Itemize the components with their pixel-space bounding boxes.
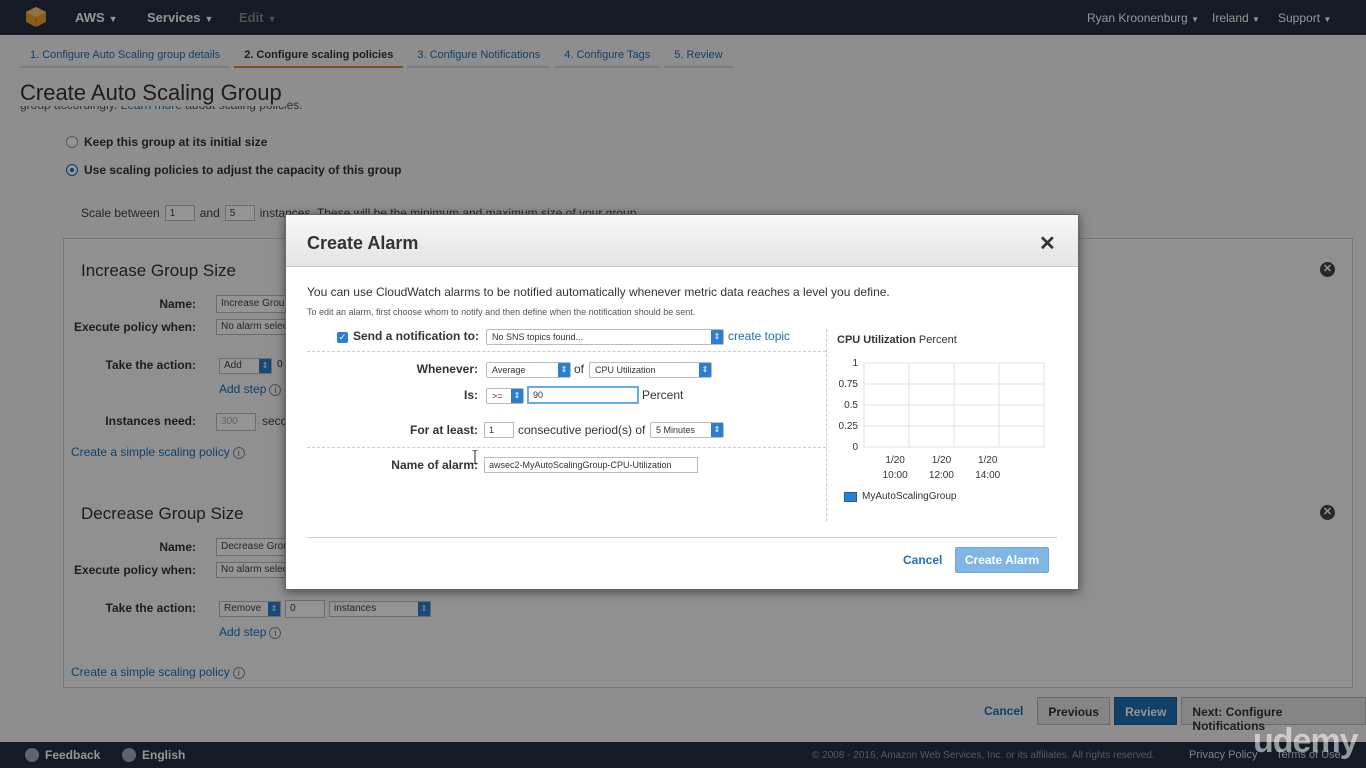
period-select[interactable]: 5 Minutes ⇕: [650, 422, 724, 438]
chart-legend: MyAutoScalingGroup: [844, 491, 957, 502]
chart-x-tick-time: 12:00: [929, 470, 954, 481]
sns-topic-value: No SNS topics found...: [492, 332, 584, 342]
chart-x-tick-time: 10:00: [883, 470, 908, 481]
threshold-input[interactable]: 90: [527, 386, 639, 404]
dialog-header: Create Alarm ✕: [286, 215, 1078, 267]
chart-y-unit: Percent: [918, 334, 957, 346]
dialog-cancel-button[interactable]: Cancel: [903, 553, 942, 567]
text-cursor-icon: [472, 450, 478, 464]
send-notification-checkbox[interactable]: ✓: [337, 332, 348, 343]
threshold-unit: Percent: [642, 388, 684, 402]
statistic-select[interactable]: Average ⇕: [486, 362, 571, 378]
send-notification-label: Send a notification to:: [353, 329, 479, 343]
chart-y-tick-label: 0.75: [839, 379, 859, 390]
legend-label: MyAutoScalingGroup: [862, 491, 957, 502]
chart-x-tick-date: 1/20: [978, 455, 998, 466]
chart-y-tick-label: 1: [852, 358, 858, 369]
udemy-watermark: udemy: [1253, 722, 1359, 760]
cpu-utilization-chart: 1 0.75 0.5 0.25 0 1/20 10:00 1/20 12:00 1/20 14:00: [839, 358, 1045, 481]
chart-y-tick-label: 0.5: [844, 400, 858, 411]
dialog-intro-text: You can use CloudWatch alarms to be noti…: [307, 285, 890, 299]
for-at-least-label: For at least:: [409, 423, 478, 437]
chart-y-tick-label: 0: [852, 442, 858, 453]
chart-x-tick-time: 14:00: [975, 470, 1000, 481]
chart-x-tick-date: 1/20: [885, 455, 905, 466]
select-spinner-icon: ⇕: [699, 363, 711, 377]
select-spinner-icon: ⇕: [558, 363, 570, 377]
metric-select[interactable]: CPU Utilization ⇕: [589, 362, 712, 378]
divider: [307, 447, 826, 448]
dialog-hint-text: To edit an alarm, first choose whom to n…: [307, 307, 696, 317]
chart-y-tick-label: 0.25: [839, 421, 859, 432]
alarm-name-input[interactable]: awsec2-MyAutoScalingGroup-CPU-Utilizatio…: [484, 457, 698, 473]
of-text: of: [574, 362, 585, 376]
sns-topic-select[interactable]: No SNS topics found... ⇕: [486, 329, 724, 345]
period-value: 5 Minutes: [656, 425, 696, 435]
legend-swatch: [844, 491, 857, 502]
dialog-title: Create Alarm: [307, 233, 419, 253]
statistic-value: Average: [492, 365, 526, 375]
chart-title-text: CPU Utilization: [837, 334, 916, 346]
vertical-divider: [826, 329, 827, 521]
periods-input[interactable]: 1: [484, 422, 514, 438]
operator-value: >=: [492, 391, 503, 401]
footer-divider: [307, 537, 1057, 538]
metric-value: CPU Utilization: [595, 365, 656, 375]
create-topic-link[interactable]: create topic: [728, 329, 790, 343]
is-label: Is:: [463, 388, 478, 402]
select-spinner-icon: ⇕: [511, 389, 523, 403]
close-icon[interactable]: ✕: [1039, 231, 1056, 256]
select-spinner-icon: ⇕: [711, 330, 723, 344]
operator-select[interactable]: >= ⇕: [486, 388, 524, 404]
chart-title: CPU Utilization Percent: [837, 334, 957, 346]
create-alarm-button[interactable]: Create Alarm: [955, 547, 1049, 573]
select-spinner-icon: ⇕: [711, 423, 723, 437]
whenever-label: Whenever:: [416, 362, 478, 376]
alarm-name-label: Name of alarm:: [391, 458, 478, 472]
divider: [307, 351, 826, 352]
chart-x-tick-date: 1/20: [932, 455, 952, 466]
consecutive-periods-text: consecutive period(s) of: [518, 423, 646, 437]
create-alarm-dialog: Create Alarm ✕ You can use CloudWatch al…: [285, 214, 1079, 590]
